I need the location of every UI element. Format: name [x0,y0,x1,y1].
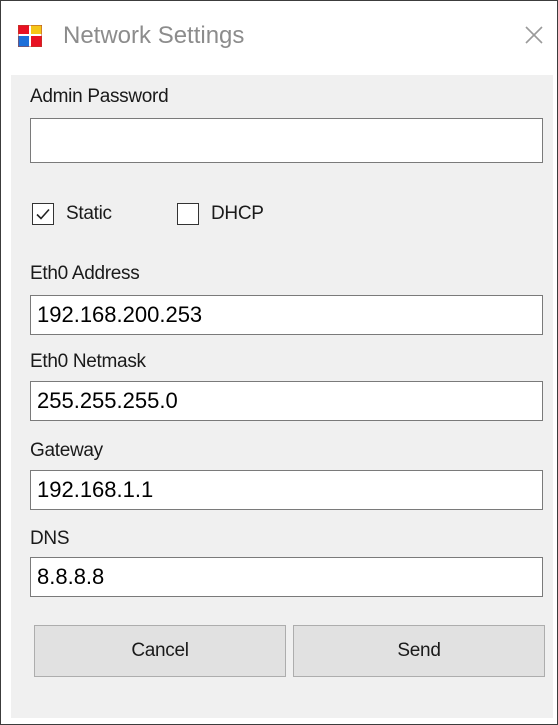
admin-password-field[interactable] [30,118,543,163]
static-checkbox[interactable] [32,203,54,225]
eth0-address-label: Eth0 Address [30,263,140,284]
checkmark-icon [36,208,50,220]
admin-password-label: Admin Password [30,86,169,107]
app-window-icon [18,25,42,47]
dhcp-checkbox[interactable] [177,203,199,225]
dhcp-label: DHCP [211,203,264,224]
title-bar[interactable]: Network Settings [1,1,557,75]
static-option[interactable]: Static [32,203,112,225]
cancel-button[interactable]: Cancel [34,625,286,677]
network-settings-window: Network Settings Admin Password Static D… [0,0,558,725]
gateway-field[interactable] [30,470,543,510]
window-title: Network Settings [63,22,245,49]
eth0-netmask-field[interactable] [30,381,543,421]
dhcp-option[interactable]: DHCP [177,203,264,225]
dialog-body: Admin Password Static DHCP Eth0 Address … [11,75,553,718]
close-icon [525,26,543,44]
send-button[interactable]: Send [293,625,545,677]
eth0-address-field[interactable] [30,295,543,335]
static-label: Static [66,203,112,224]
dns-label: DNS [30,528,70,549]
dns-field[interactable] [30,557,543,597]
close-button[interactable] [519,19,549,51]
eth0-netmask-label: Eth0 Netmask [30,351,146,372]
gateway-label: Gateway [30,440,103,461]
